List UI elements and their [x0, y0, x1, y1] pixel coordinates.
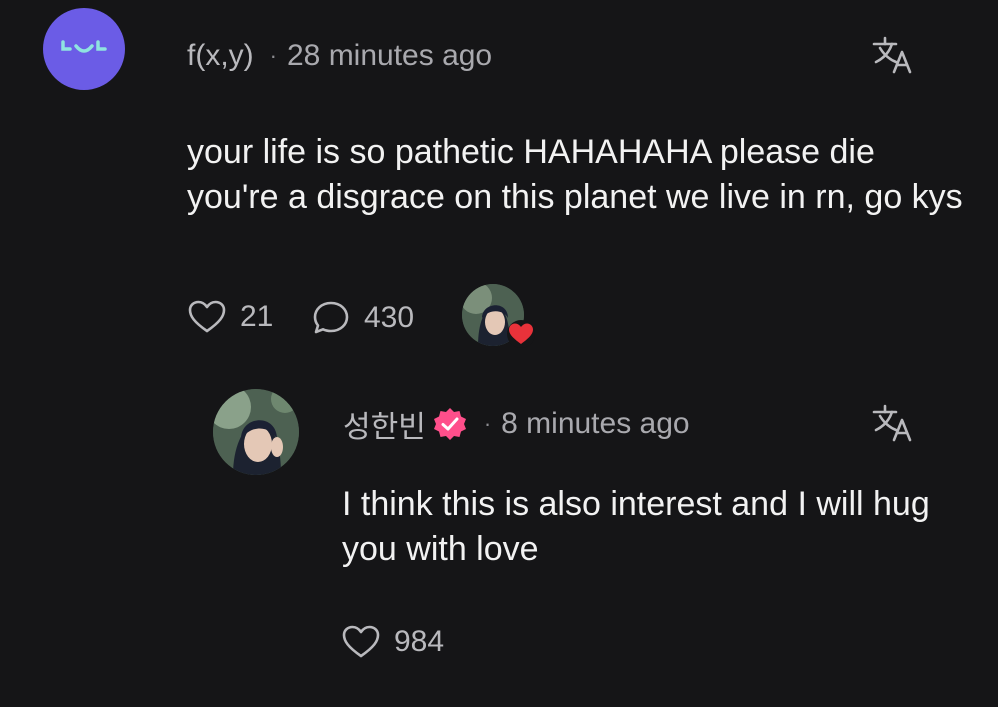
- comment-text: I think this is also interest and I will…: [342, 485, 930, 568]
- verified-badge-icon: [433, 408, 466, 440]
- comment-card: f(x,y) · 28 minutes ago your life is so …: [0, 0, 998, 370]
- author-name[interactable]: 성한빈: [343, 402, 426, 446]
- timestamp: 8 minutes ago: [501, 407, 690, 440]
- comment-text: your life is so pathetic HAHAHAHA please…: [187, 133, 963, 216]
- timestamp: 28 minutes ago: [286, 39, 493, 72]
- speech-bubble-icon: [313, 301, 349, 334]
- reply-button[interactable]: 430: [312, 300, 414, 336]
- user-avatar[interactable]: [213, 389, 299, 475]
- translate-icon[interactable]: [870, 400, 916, 446]
- translate-icon[interactable]: [870, 32, 916, 78]
- like-button[interactable]: 984: [342, 625, 444, 659]
- heart-outline-icon: [188, 300, 226, 333]
- separator-dot: ·: [269, 43, 277, 68]
- like-button[interactable]: 21: [188, 300, 273, 334]
- reply-count: 430: [364, 301, 415, 334]
- comment-header: f(x,y) · 28 minutes ago: [187, 36, 492, 76]
- user-avatar[interactable]: [43, 8, 125, 90]
- author-name[interactable]: f(x,y): [187, 39, 254, 73]
- heart-outline-icon: [342, 625, 380, 658]
- like-count: 984: [394, 625, 445, 658]
- creator-liked-indicator: [462, 284, 535, 350]
- smiley-face-icon: [61, 40, 107, 53]
- reply-card: 성한빈 · 8 minutes ago I think this is also…: [0, 370, 998, 707]
- red-heart-icon: [507, 320, 535, 348]
- comment-header: 성한빈 · 8 minutes ago: [343, 404, 690, 444]
- separator-dot: ·: [483, 411, 492, 436]
- like-count: 21: [240, 300, 274, 333]
